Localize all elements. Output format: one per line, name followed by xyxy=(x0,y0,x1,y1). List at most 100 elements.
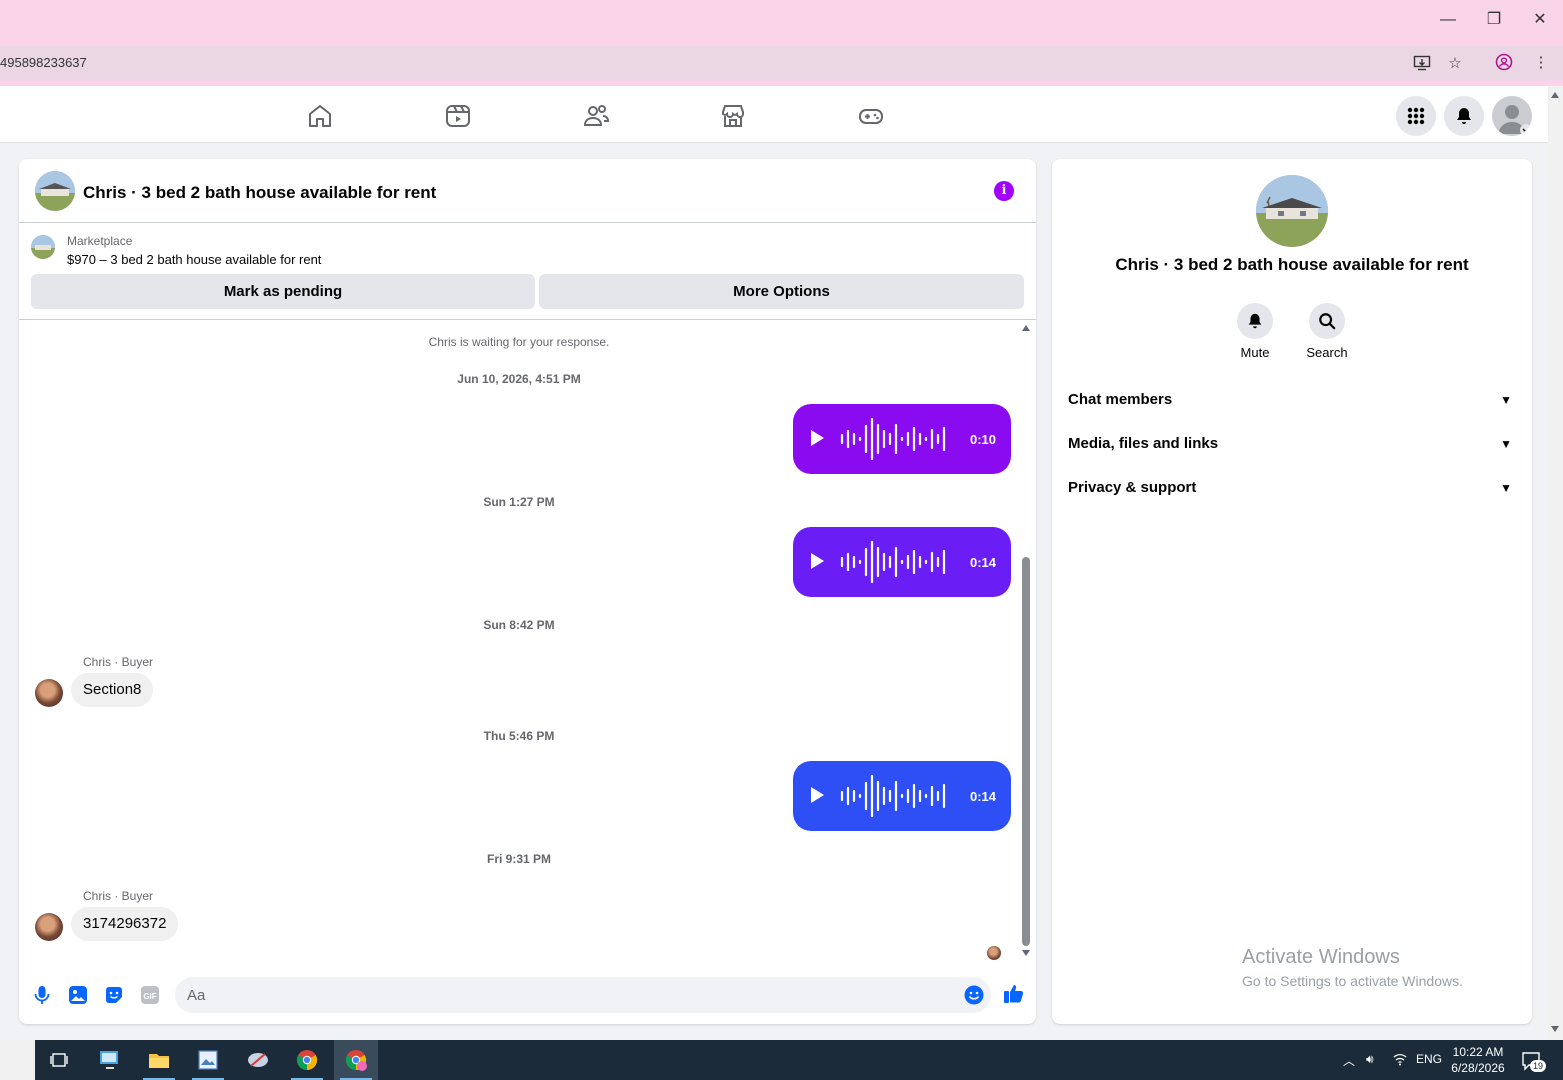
message-input[interactable] xyxy=(175,977,991,1013)
timestamp: Fri 9:31 PM xyxy=(486,852,552,866)
taskbar-clock[interactable]: 10:22 AM 6/28/2026 xyxy=(1448,1044,1508,1076)
listing-avatar-large[interactable] xyxy=(1256,175,1328,247)
timestamp: Thu 5:46 PM xyxy=(483,729,555,743)
video-icon[interactable] xyxy=(444,102,472,130)
listing-banner: Marketplace $970 – 3 bed 2 bath house av… xyxy=(19,223,1036,320)
watermark-line2: Go to Settings to activate Windows. xyxy=(1242,973,1463,989)
bookmark-star-icon[interactable]: ☆ xyxy=(1445,54,1465,74)
section-label: Privacy & support xyxy=(1068,479,1197,496)
file-explorer-icon[interactable] xyxy=(137,1040,181,1080)
home-icon[interactable] xyxy=(306,102,334,130)
menu-grid-button[interactable] xyxy=(1396,96,1436,136)
notification-count-badge: 19 xyxy=(1530,1060,1547,1072)
play-icon[interactable] xyxy=(811,430,824,446)
privacy-support-section[interactable]: Privacy & support ▼ xyxy=(1068,470,1516,506)
play-icon[interactable] xyxy=(811,787,824,803)
close-icon[interactable]: ✕ xyxy=(1528,8,1552,32)
photo-icon[interactable] xyxy=(68,985,88,1005)
waiting-note: Chris is waiting for your response. xyxy=(428,335,610,349)
language-indicator[interactable]: ENG xyxy=(1416,1052,1442,1066)
listing-price-title[interactable]: $970 – 3 bed 2 bath house available for … xyxy=(67,252,321,267)
sticker-icon[interactable] xyxy=(104,985,124,1005)
timestamp: Sun 1:27 PM xyxy=(483,495,555,509)
info-icon[interactable]: i xyxy=(994,181,1014,201)
timestamp: Sun 8:42 PM xyxy=(483,618,555,632)
page-scrollbar[interactable] xyxy=(1548,86,1563,1040)
grid-icon xyxy=(1407,107,1425,125)
chat-header: Chris · 3 bed 2 bath house available for… xyxy=(19,159,1036,223)
chrome-icon[interactable] xyxy=(285,1040,329,1080)
action-center-icon[interactable]: 19 xyxy=(1520,1050,1547,1072)
mark-as-pending-button[interactable]: Mark as pending xyxy=(31,274,535,309)
search-action[interactable]: Search xyxy=(1297,303,1357,360)
voice-duration: 0:14 xyxy=(970,789,997,804)
marketplace-icon[interactable] xyxy=(719,102,747,130)
restore-icon[interactable]: ❐ xyxy=(1482,8,1506,32)
sender-label: Chris · Buyer xyxy=(83,889,154,903)
taskbar-left-edge xyxy=(0,1040,35,1080)
image-viewer-icon[interactable] xyxy=(186,1040,230,1080)
bell-icon xyxy=(1457,108,1471,124)
microphone-icon[interactable] xyxy=(32,985,52,1005)
watermark-line1: Activate Windows xyxy=(1242,946,1400,968)
gaming-icon[interactable] xyxy=(857,102,885,130)
incoming-message[interactable]: 3174296372 xyxy=(71,907,179,941)
bell-icon[interactable] xyxy=(1237,303,1273,339)
svg-text:GIF: GIF xyxy=(143,992,156,1001)
voice-message[interactable]: 0:14 xyxy=(793,761,1011,831)
buyer-avatar[interactable] xyxy=(35,679,63,707)
message-composer: GIF xyxy=(19,961,1036,1024)
gif-icon[interactable]: GIF xyxy=(140,985,160,1005)
account-avatar[interactable] xyxy=(1492,96,1532,136)
voice-duration: 0:10 xyxy=(970,432,997,447)
facebook-top-nav xyxy=(0,86,1548,143)
clock-date: 6/28/2026 xyxy=(1451,1061,1505,1075)
search-icon[interactable] xyxy=(1309,303,1345,339)
browser-titlebar: — ❐ ✕ xyxy=(0,0,1563,40)
remote-desktop-icon[interactable] xyxy=(88,1040,132,1080)
emoji-icon[interactable] xyxy=(964,985,984,1005)
profile-icon[interactable] xyxy=(1494,53,1514,73)
chat-members-section[interactable]: Chat members ▼ xyxy=(1068,382,1516,418)
section-label: Chat members xyxy=(1068,391,1173,408)
browser-menu-icon[interactable]: ⋮ xyxy=(1531,53,1551,73)
address-bar[interactable]: 495898233637 ☆ xyxy=(0,46,1563,80)
section-label: Media, files and links xyxy=(1068,435,1219,452)
tray-chevron-up-icon[interactable]: ︿ xyxy=(1343,1052,1355,1069)
buyer-avatar[interactable] xyxy=(35,913,63,941)
default-avatar-icon xyxy=(1498,105,1532,136)
mute-action[interactable]: Mute xyxy=(1225,303,1285,360)
scroll-up-arrow[interactable] xyxy=(1551,92,1559,98)
play-icon[interactable] xyxy=(811,553,824,569)
minimize-icon[interactable]: — xyxy=(1436,8,1460,32)
chrome-profile-icon[interactable] xyxy=(334,1040,378,1080)
scroll-thumb[interactable] xyxy=(1022,557,1030,946)
chat-title: Chris · 3 bed 2 bath house available for… xyxy=(83,183,437,202)
listing-avatar[interactable] xyxy=(35,171,75,211)
snipping-tool-icon[interactable] xyxy=(236,1040,280,1080)
url-text: 495898233637 xyxy=(0,55,87,70)
more-options-button[interactable]: More Options xyxy=(539,274,1024,309)
install-app-icon[interactable] xyxy=(1412,54,1432,74)
scroll-down-arrow[interactable] xyxy=(1022,950,1030,956)
listing-source: Marketplace xyxy=(67,234,133,248)
search-label: Search xyxy=(1306,345,1348,360)
voice-message[interactable]: 0:10 xyxy=(793,404,1011,474)
sender-label: Chris · Buyer xyxy=(83,655,154,669)
scroll-up-arrow[interactable] xyxy=(1022,325,1030,331)
task-view-icon[interactable] xyxy=(37,1040,81,1080)
wifi-icon[interactable] xyxy=(1393,1052,1407,1069)
incoming-message[interactable]: Section8 xyxy=(71,673,154,707)
voice-message[interactable]: 0:14 xyxy=(793,527,1011,597)
volume-icon[interactable]: 🔊︎ xyxy=(1366,1052,1374,1067)
voice-duration: 0:14 xyxy=(970,555,997,570)
listing-thumbnail[interactable] xyxy=(31,235,55,259)
side-title: Chris · 3 bed 2 bath house available for… xyxy=(1115,255,1469,274)
chat-scrollbar[interactable] xyxy=(1019,321,1033,961)
friends-icon[interactable] xyxy=(582,102,610,130)
chevron-down-icon: ▼ xyxy=(1500,393,1512,407)
thumbs-up-icon[interactable] xyxy=(1003,982,1025,1004)
media-files-links-section[interactable]: Media, files and links ▼ xyxy=(1068,426,1516,462)
notifications-button[interactable] xyxy=(1444,96,1484,136)
scroll-down-arrow[interactable] xyxy=(1551,1026,1559,1032)
